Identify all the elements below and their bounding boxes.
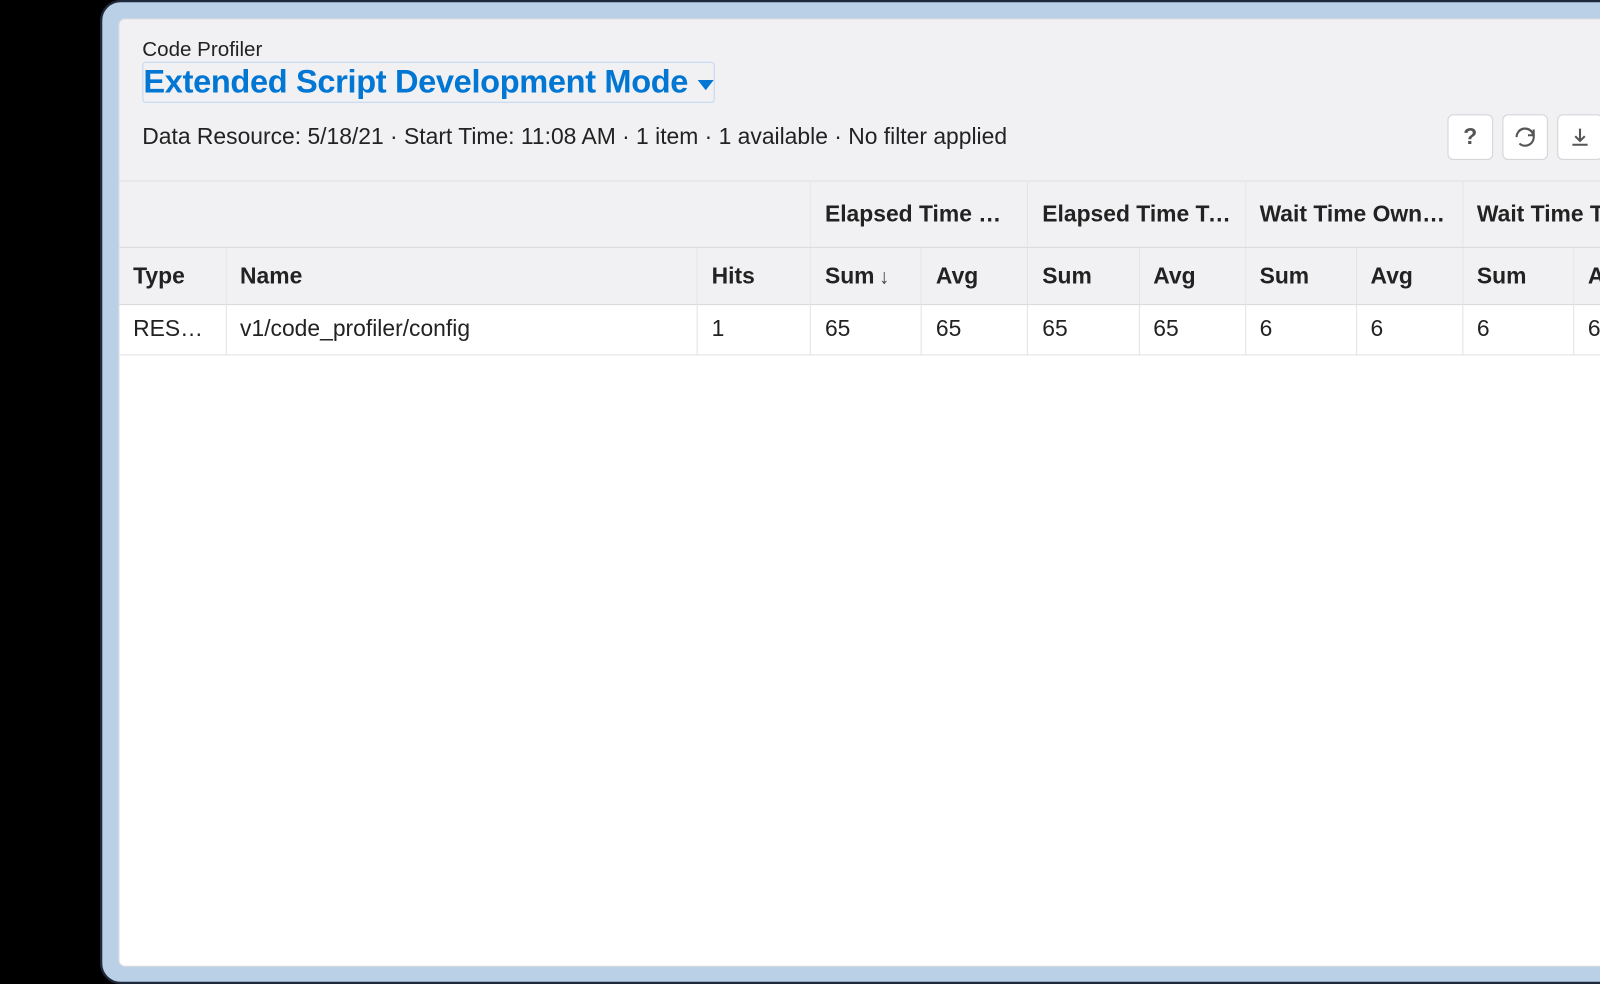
mode-label: Extended Script Development Mode bbox=[143, 63, 688, 102]
sub-header-row: Type Name Hits Sum↓ Avg Sum Avg Sum Avg … bbox=[119, 248, 1600, 305]
col-et-sum[interactable]: Sum bbox=[1028, 248, 1139, 305]
group-header-wait-total[interactable]: Wait Time Total … bbox=[1463, 182, 1600, 248]
status-text: Data Resource: 5/18/21 · Start Time: 11:… bbox=[142, 124, 1007, 150]
group-header-wait-own[interactable]: Wait Time Own … bbox=[1245, 182, 1462, 248]
cell-eo-sum: 65 bbox=[811, 305, 922, 355]
cell-hits: 1 bbox=[697, 305, 810, 355]
col-eo-sum[interactable]: Sum↓ bbox=[811, 248, 922, 305]
mode-selector[interactable]: Extended Script Development Mode bbox=[142, 62, 714, 103]
help-button[interactable]: ? bbox=[1447, 115, 1493, 161]
table-body: REST_… v1/code_profiler/config 1 65 65 6… bbox=[119, 305, 1600, 355]
cell-wo-sum: 6 bbox=[1245, 305, 1356, 355]
table-container: Elapsed Time O… Elapsed Time To… Wait Ti… bbox=[119, 182, 1600, 966]
cell-et-sum: 65 bbox=[1028, 305, 1139, 355]
download-icon bbox=[1569, 126, 1592, 149]
cell-wo-avg: 6 bbox=[1356, 305, 1462, 355]
col-type[interactable]: Type bbox=[119, 248, 225, 305]
col-et-avg[interactable]: Avg bbox=[1139, 248, 1245, 305]
col-eo-avg[interactable]: Avg bbox=[922, 248, 1028, 305]
cell-eo-avg: 65 bbox=[922, 305, 1028, 355]
sort-down-icon: ↓ bbox=[879, 265, 889, 288]
col-hits[interactable]: Hits bbox=[697, 248, 810, 305]
group-header-row: Elapsed Time O… Elapsed Time To… Wait Ti… bbox=[119, 182, 1600, 248]
profiler-table: Elapsed Time O… Elapsed Time To… Wait Ti… bbox=[119, 182, 1600, 356]
group-header-blank bbox=[119, 182, 810, 248]
col-wt-sum[interactable]: Sum bbox=[1463, 248, 1574, 305]
status-row: Data Resource: 5/18/21 · Start Time: 11:… bbox=[142, 115, 1600, 161]
col-wo-avg[interactable]: Avg bbox=[1356, 248, 1462, 305]
group-header-elapsed-total[interactable]: Elapsed Time To… bbox=[1028, 182, 1245, 248]
cell-name: v1/code_profiler/config bbox=[226, 305, 698, 355]
group-header-elapsed-own[interactable]: Elapsed Time O… bbox=[811, 182, 1028, 248]
profiler-panel: Code Profiler Extended Script Developmen… bbox=[118, 18, 1600, 967]
col-wt-avg[interactable]: Avg bbox=[1574, 248, 1600, 305]
refresh-icon bbox=[1514, 126, 1537, 149]
cell-wt-sum: 6 bbox=[1463, 305, 1574, 355]
cell-type: REST_… bbox=[119, 305, 225, 355]
panel-header: Code Profiler Extended Script Developmen… bbox=[119, 19, 1600, 182]
col-wo-sum[interactable]: Sum bbox=[1245, 248, 1356, 305]
window-frame: Code Profiler Extended Script Developmen… bbox=[100, 0, 1600, 984]
cell-et-avg: 65 bbox=[1139, 305, 1245, 355]
toolbar: ? bbox=[1447, 115, 1600, 161]
help-icon: ? bbox=[1463, 124, 1477, 150]
breadcrumb: Code Profiler bbox=[142, 38, 1600, 62]
refresh-button[interactable] bbox=[1502, 115, 1548, 161]
cell-wt-avg: 6 bbox=[1574, 305, 1600, 355]
chevron-down-icon bbox=[697, 80, 713, 90]
col-name[interactable]: Name bbox=[226, 248, 698, 305]
table-row[interactable]: REST_… v1/code_profiler/config 1 65 65 6… bbox=[119, 305, 1600, 355]
download-button[interactable] bbox=[1557, 115, 1600, 161]
